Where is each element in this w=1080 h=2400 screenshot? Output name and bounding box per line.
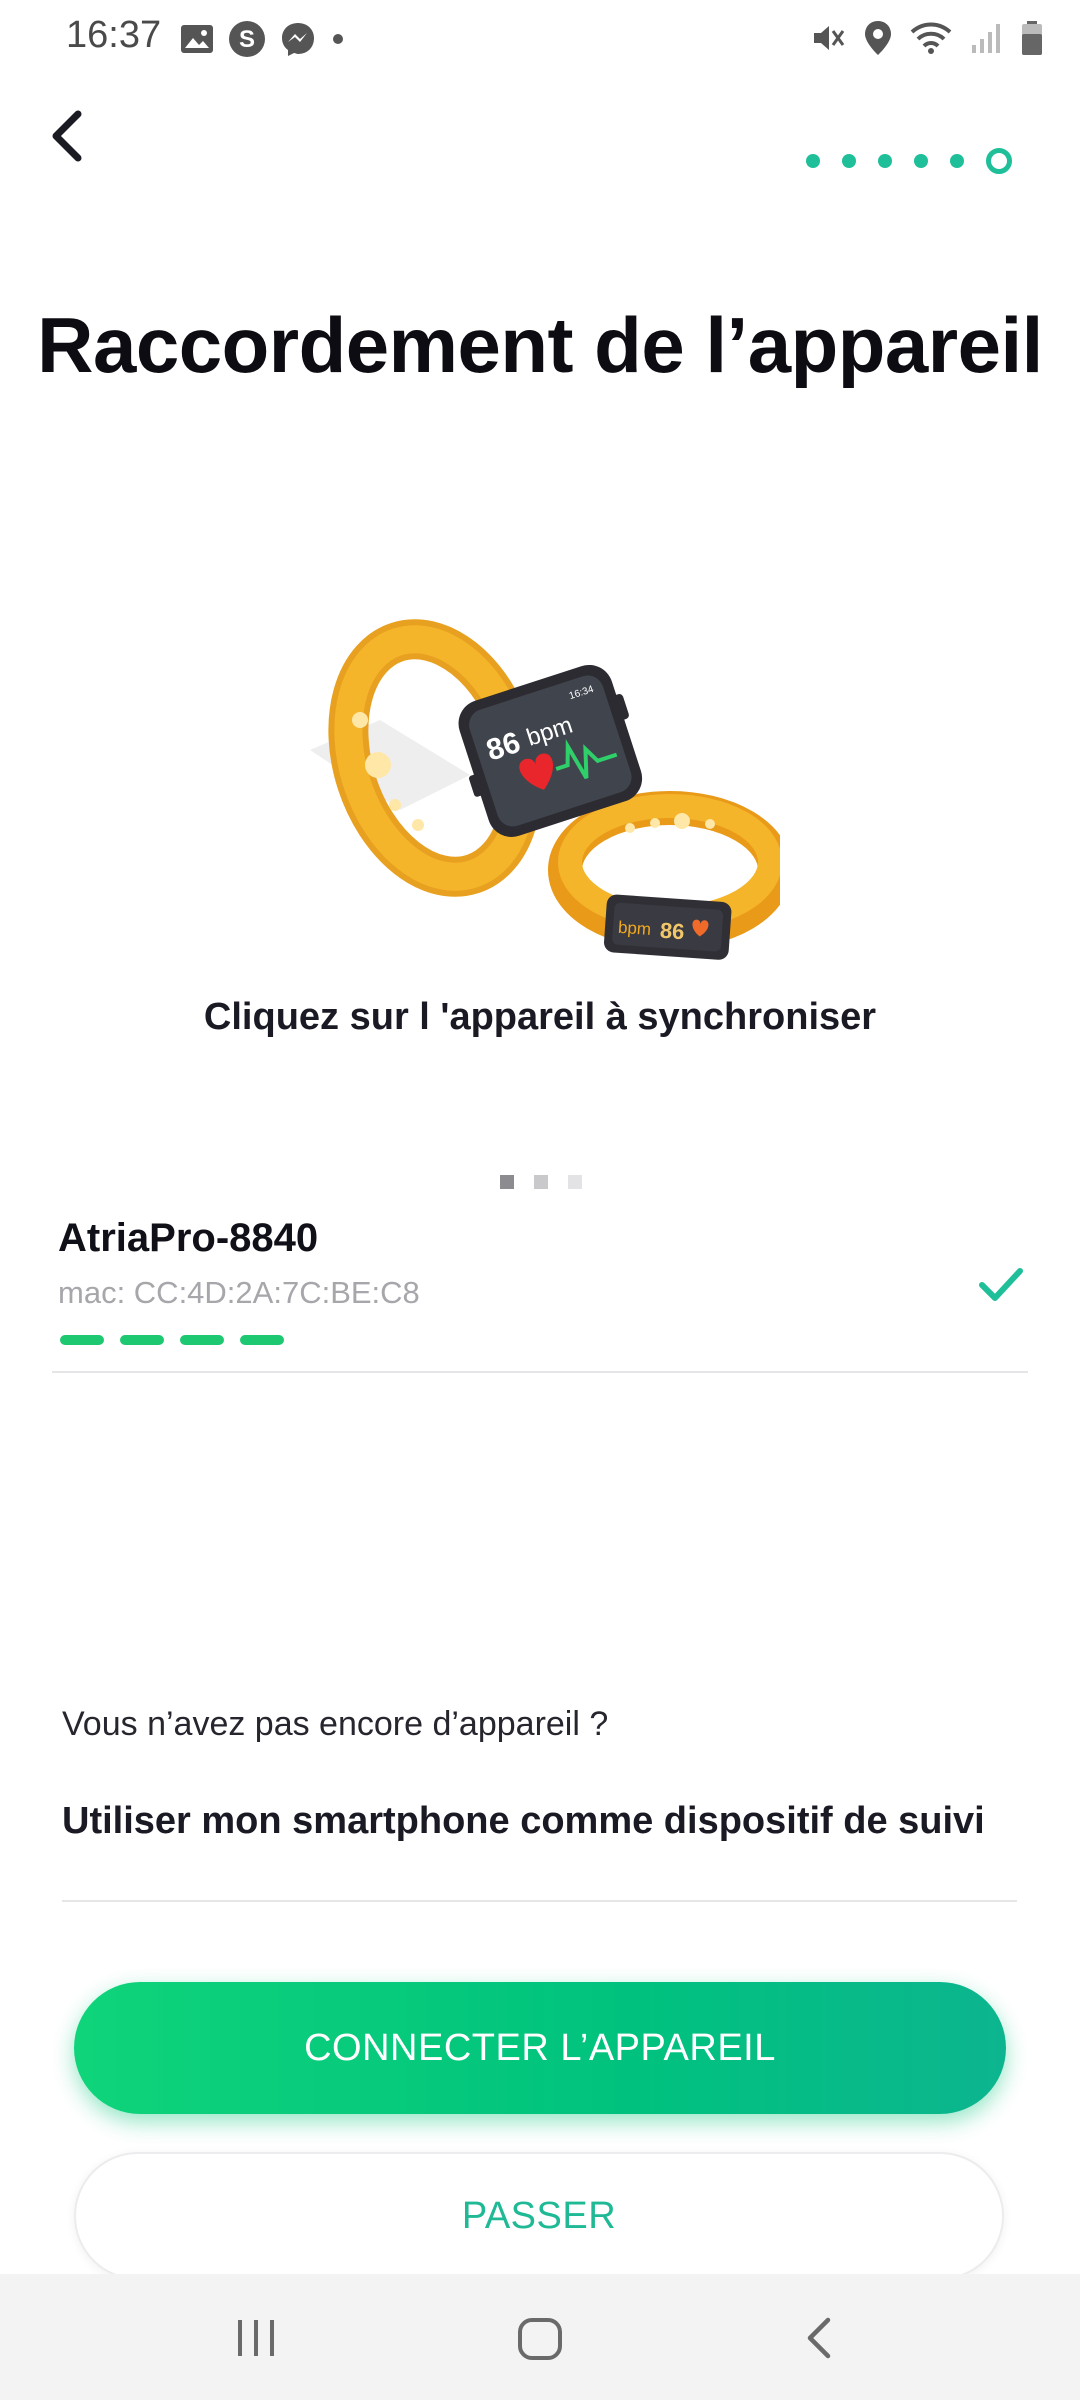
back-button[interactable] (36, 100, 108, 172)
s-app-icon: S (229, 21, 265, 57)
step-dot (842, 154, 856, 168)
svg-text:S: S (239, 26, 255, 53)
sync-progress (60, 1335, 284, 1345)
use-smartphone-option[interactable]: Utiliser mon smartphone comme dispositif… (62, 1800, 1017, 1902)
back-icon[interactable] (800, 2314, 840, 2362)
status-notification-icons: S (180, 20, 346, 58)
carousel-dot (534, 1175, 548, 1189)
signal-icon (972, 24, 1000, 53)
device-illustration: bpm 86 86 bpm 16:34 (310, 619, 780, 960)
progress-segment (60, 1335, 104, 1345)
svg-text:86: 86 (659, 918, 685, 945)
page-title: Raccordement de l’appareil (37, 301, 1043, 389)
system-nav-bar (0, 2274, 1080, 2400)
step-dot-current (986, 148, 1012, 174)
check-icon (979, 1268, 1023, 1301)
mute-icon (814, 26, 845, 50)
gallery-icon (181, 25, 213, 53)
step-dot (914, 154, 928, 168)
device-name: AtriaPro-8840 (58, 1216, 319, 1260)
wifi-icon (910, 22, 952, 54)
connect-device-button[interactable]: CONNECTER L’APPAREIL (74, 1982, 1006, 2114)
recent-apps-icon[interactable] (234, 2318, 278, 2358)
device-mac-address: mac: CC:4D:2A:7C:BE:C8 (58, 1275, 420, 1310)
progress-segment (180, 1335, 224, 1345)
skip-button[interactable]: PASSER (74, 2152, 1004, 2280)
step-indicator (806, 148, 1012, 174)
chevron-left-icon (52, 110, 82, 162)
step-dot (878, 154, 892, 168)
battery-icon (1022, 21, 1042, 55)
instruction-text: Cliquez sur l 'appareil à synchroniser (203, 996, 877, 1038)
status-bar: 16:37 S (0, 0, 1080, 78)
home-icon[interactable] (516, 2316, 564, 2362)
progress-segment (120, 1335, 164, 1345)
carousel-dot (568, 1175, 582, 1189)
progress-segment (240, 1335, 284, 1345)
step-dot (950, 154, 964, 168)
dot-icon (333, 34, 343, 44)
carousel-indicator (500, 1175, 582, 1189)
status-time: 16:37 (66, 14, 162, 56)
messenger-icon (282, 23, 314, 56)
location-icon (865, 21, 891, 55)
no-device-prompt: Vous n’avez pas encore d’appareil ? (62, 1705, 609, 1743)
svg-text:bpm: bpm (617, 918, 651, 939)
status-system-icons (810, 20, 1044, 56)
carousel-dot-active (500, 1175, 514, 1189)
step-dot (806, 154, 820, 168)
device-list-item[interactable]: AtriaPro-8840 mac: CC:4D:2A:7C:BE:C8 (52, 1205, 1028, 1373)
